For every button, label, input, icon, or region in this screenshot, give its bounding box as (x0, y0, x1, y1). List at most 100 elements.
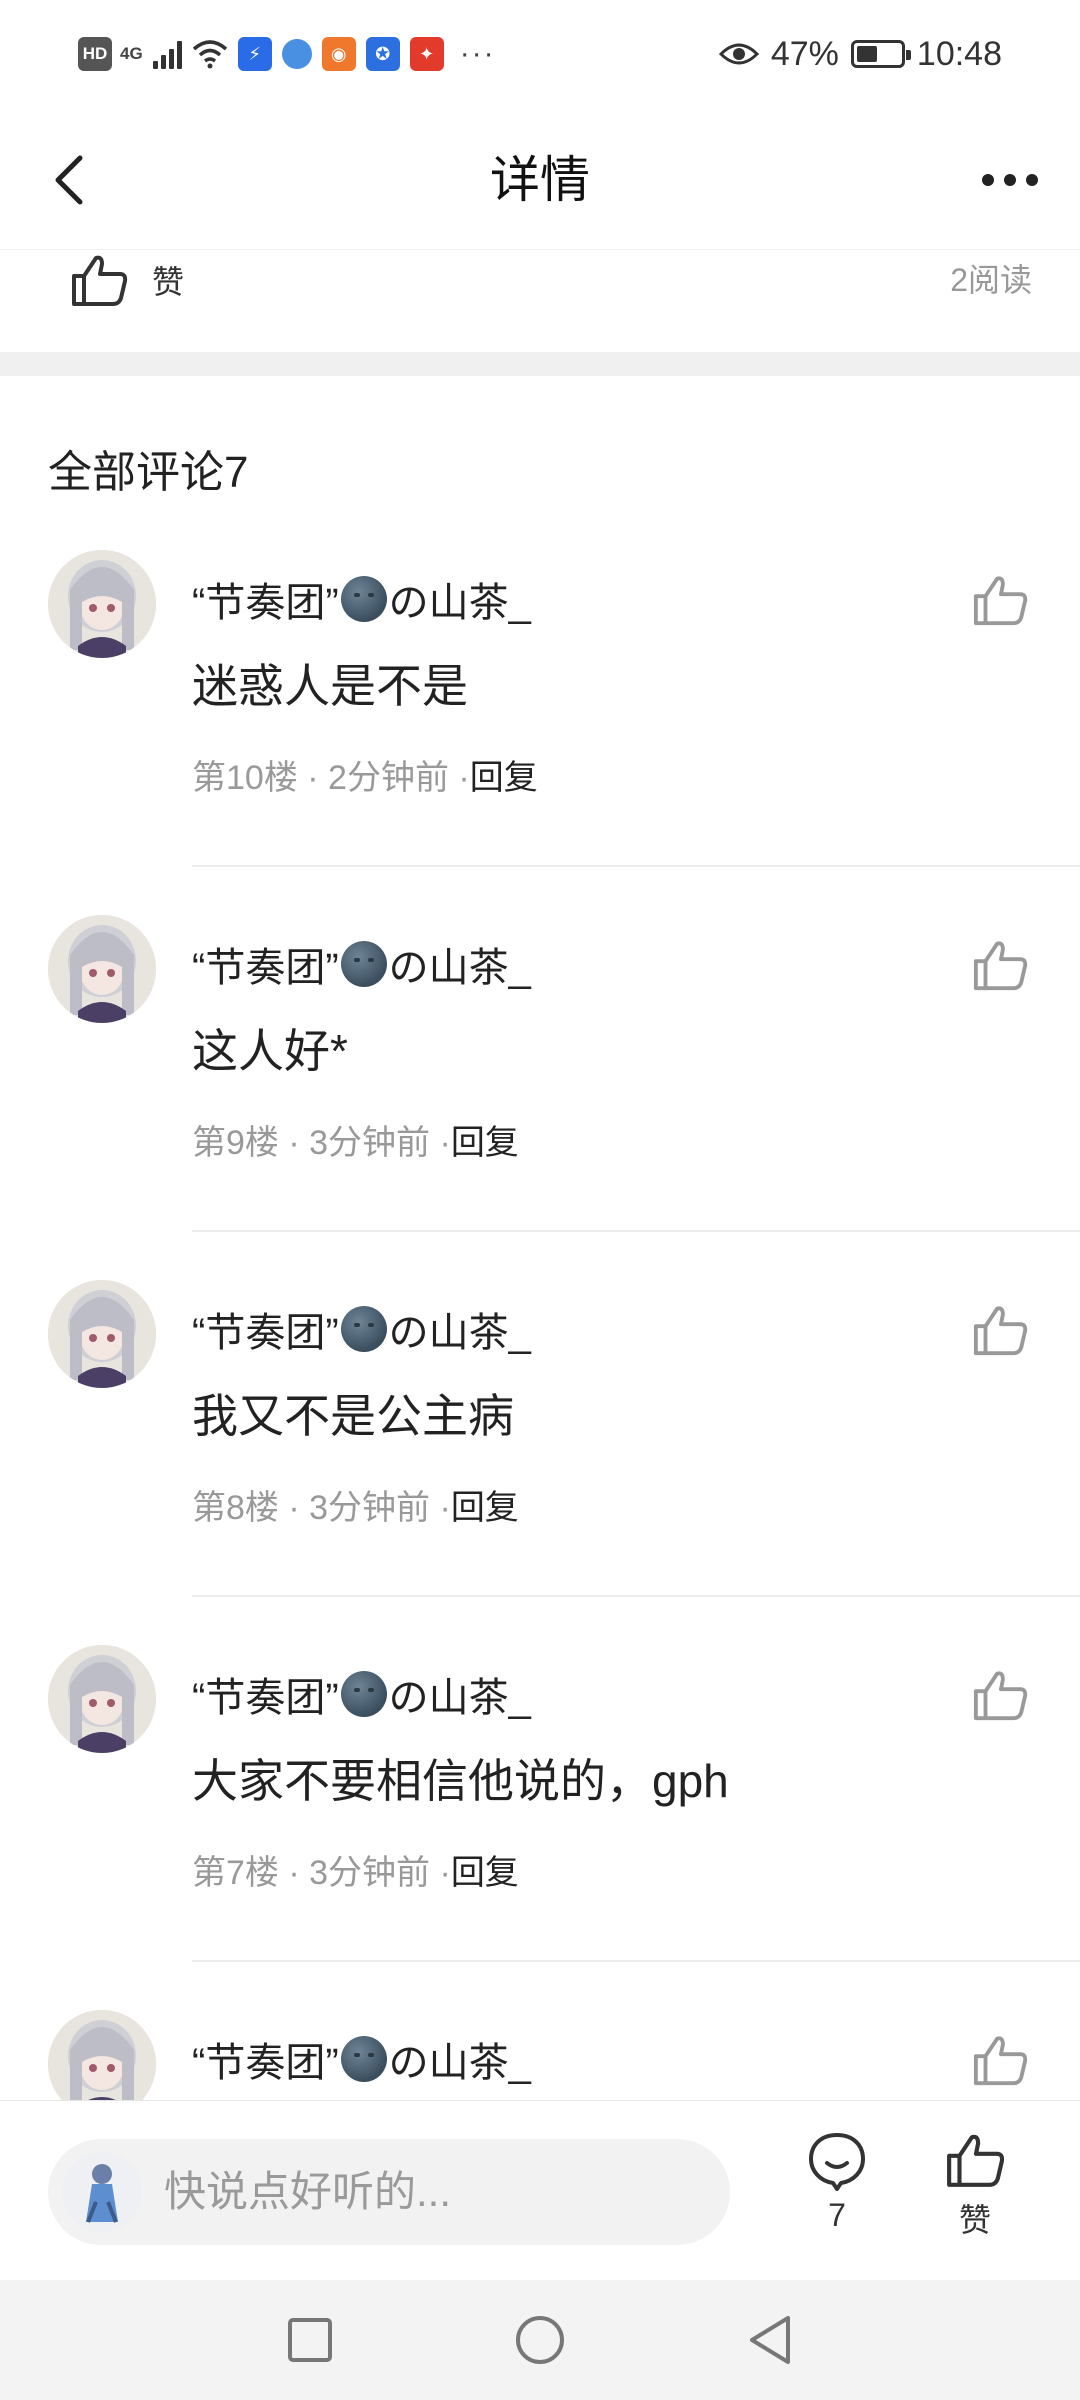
post-stats: 赞 2阅读 (0, 250, 1080, 350)
comment-input[interactable]: 快说点好听的... (48, 2139, 730, 2245)
comment-author[interactable]: “节奏团” の山茶_ (192, 1300, 531, 1358)
more-options-button[interactable] (970, 140, 1050, 220)
circle-icon (516, 2316, 564, 2364)
dot-icon (1026, 174, 1038, 186)
comment-author[interactable]: “节奏团” の山茶_ (192, 935, 531, 993)
recent-apps-button[interactable] (280, 2310, 340, 2370)
comment-text: 大家不要相信他说的，gph (192, 1755, 729, 1807)
comment-divider (192, 1960, 1080, 1962)
avatar[interactable] (48, 550, 156, 658)
read-count: 2阅读 (950, 262, 1032, 298)
avatar[interactable] (48, 1645, 156, 1753)
thumbs-up-icon (973, 576, 1028, 626)
thumbs-up-icon (973, 2036, 1028, 2086)
comment-text: 这人好* (192, 1025, 348, 1077)
post-like-button[interactable]: 赞 (70, 250, 184, 310)
status-left: HD 4G ⚡ ◉ ✪ ✦ ··· (78, 30, 496, 78)
comment-bubble-icon (809, 2133, 865, 2191)
comment-author[interactable]: “节奏团” の山茶_ (192, 570, 531, 628)
comment-meta: 第8楼 · 3分钟前 ·回复 (192, 1480, 519, 1529)
comment-like-button[interactable] (972, 2034, 1032, 2094)
thumbs-up-icon (947, 2134, 1005, 2187)
comment-author[interactable]: “节奏团” の山茶_ (192, 1665, 531, 1723)
comment-floor-time: 第8楼 · 3分钟前 · (192, 1489, 451, 1527)
author-prefix: “节奏团” (192, 1311, 339, 1355)
comment-meta: 第10楼 · 2分钟前 ·回复 (192, 750, 538, 799)
moon-emoji-icon (340, 1306, 387, 1352)
comment-text: 迷惑人是不是 (192, 660, 468, 712)
eye-icon (718, 43, 759, 65)
comments-title: 全部评论7 (48, 448, 249, 497)
comment-like-button[interactable] (972, 939, 1032, 999)
game-notification-icon: ◉ (321, 37, 356, 71)
wifi-icon (192, 40, 227, 69)
dot-icon (1004, 174, 1016, 186)
comment-meta: 第9楼 · 3分钟前 ·回复 (192, 1115, 519, 1164)
reply-button[interactable]: 回复 (451, 1854, 519, 1892)
dot-icon (982, 174, 994, 186)
comment-item: “节奏团” の山茶_ 我又不是公主病 第8楼 · 3分钟前 ·回复 (0, 1280, 1080, 1645)
moon-emoji-icon (340, 1671, 387, 1717)
comment-text: 我又不是公主病 (192, 1390, 514, 1442)
red-app-notification-icon: ✦ (409, 37, 444, 71)
author-suffix: の山茶_ (388, 2041, 531, 2085)
comment-divider (192, 865, 1080, 867)
comment-floor-time: 第9楼 · 3分钟前 · (192, 1124, 451, 1162)
thumbs-up-icon (973, 1671, 1028, 1721)
reply-button[interactable]: 回复 (451, 1124, 519, 1162)
like-button[interactable]: 赞 (930, 2131, 1020, 2261)
author-suffix: の山茶_ (388, 581, 531, 625)
comment-author[interactable]: “节奏团” の山茶_ (192, 2030, 531, 2088)
app-notification-icon: ⚡ (237, 37, 272, 71)
moon-emoji-icon (340, 941, 387, 987)
battery-icon (850, 40, 911, 68)
comment-item: “节奏团” の山茶_ 大家不要相信他说的，gph 第7楼 · 3分钟前 ·回复 (0, 1645, 1080, 2010)
browser-notification-icon (281, 39, 312, 69)
hd-badge: HD (78, 37, 112, 71)
reply-button[interactable]: 回复 (451, 1489, 519, 1527)
app-header: 详情 (0, 110, 1080, 250)
input-placeholder: 快说点好听的... (164, 2168, 452, 2215)
system-nav-bar (0, 2280, 1080, 2400)
comment-floor-time: 第7楼 · 3分钟前 · (192, 1854, 451, 1892)
author-prefix: “节奏团” (192, 2041, 339, 2085)
comment-count: 7 (828, 2197, 846, 2233)
back-nav-button[interactable] (740, 2310, 800, 2370)
author-prefix: “节奏团” (192, 581, 339, 625)
status-bar: HD 4G ⚡ ◉ ✪ ✦ ··· 47% 10:48 (0, 0, 1080, 110)
thumbs-up-icon (973, 941, 1028, 991)
comments-button[interactable]: 7 (792, 2131, 882, 2261)
bulb-notification-icon: ✪ (365, 37, 400, 71)
comment-like-button[interactable] (972, 574, 1032, 634)
comment-item: “节奏团” の山茶_ 迷惑人是不是 第10楼 · 2分钟前 ·回复 (0, 550, 1080, 915)
thumbs-up-icon (973, 1306, 1028, 1356)
triangle-back-icon (750, 2316, 790, 2364)
author-suffix: の山茶_ (388, 1311, 531, 1355)
author-prefix: “节奏团” (192, 1676, 339, 1720)
battery-percent: 47% (770, 34, 839, 73)
comment-like-button[interactable] (972, 1669, 1032, 1729)
user-avatar (62, 2152, 142, 2232)
like-label: 赞 (958, 2202, 991, 2238)
page-title: 详情 (490, 152, 590, 208)
comment-like-button[interactable] (972, 1304, 1032, 1364)
more-notifications-icon: ··· (459, 37, 496, 70)
clock: 10:48 (916, 34, 1002, 73)
signal-icon (152, 39, 182, 69)
home-button[interactable] (510, 2310, 570, 2370)
author-suffix: の山茶_ (388, 946, 531, 990)
avatar[interactable] (48, 1280, 156, 1388)
comment-divider (192, 1230, 1080, 1232)
post-like-label: 赞 (152, 264, 185, 300)
network-type: 4G (120, 44, 143, 63)
avatar[interactable] (48, 915, 156, 1023)
comment-floor-time: 第10楼 · 2分钟前 · (192, 759, 470, 797)
square-icon (288, 2318, 332, 2362)
reply-button[interactable]: 回复 (470, 759, 538, 797)
moon-emoji-icon (340, 576, 387, 622)
section-divider (0, 352, 1080, 376)
comment-divider (192, 1595, 1080, 1597)
comment-item: “节奏团” の山茶_ (0, 2010, 1080, 2100)
moon-emoji-icon (340, 2036, 387, 2082)
avatar[interactable] (48, 2010, 156, 2100)
